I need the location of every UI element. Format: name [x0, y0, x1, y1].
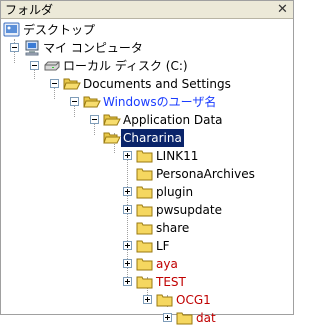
pane-title: フォルダ: [5, 3, 54, 17]
collapse-icon[interactable]: [70, 97, 79, 106]
folder-icon: [176, 312, 193, 325]
expand-icon[interactable]: [123, 241, 132, 250]
expand-icon[interactable]: [123, 151, 132, 160]
folder-icon: [136, 276, 153, 289]
collapse-icon[interactable]: [90, 115, 99, 124]
tree-label-pwsupdate: pwsupdate: [156, 203, 222, 217]
tree-label-dat: dat: [196, 311, 216, 325]
computer-icon: [25, 40, 39, 56]
expand-icon[interactable]: [163, 313, 172, 322]
open-folder-icon: [63, 78, 81, 90]
expand-icon[interactable]: [123, 259, 132, 268]
folder-icon: [136, 150, 153, 163]
collapse-icon[interactable]: [50, 79, 59, 88]
folder-icon: [136, 240, 153, 253]
folder-icon: [136, 168, 153, 181]
tree-label-documents-and-settings: Documents and Settings: [83, 77, 231, 91]
folder-icon: [136, 186, 153, 199]
folder-pane: フォルダ ✕ デスクトップ マイ コンピュータ ローカル ディスク (C:) D…: [0, 0, 294, 325]
tree-label-test: TEST: [156, 275, 186, 289]
pane-titlebar: フォルダ ✕: [1, 1, 293, 19]
open-folder-icon: [83, 96, 101, 108]
folder-icon: [136, 222, 153, 235]
tree-label-my-computer: マイ コンピュータ: [43, 41, 143, 55]
folder-tree: デスクトップ マイ コンピュータ ローカル ディスク (C:) Document…: [1, 19, 293, 325]
expand-icon[interactable]: [123, 277, 132, 286]
tree-label-aya: aya: [156, 257, 178, 271]
folder-icon: [136, 258, 153, 271]
tree-label-application-data: Application Data: [123, 113, 223, 127]
expand-icon[interactable]: [123, 205, 132, 214]
desktop-icon: [3, 22, 20, 37]
open-folder-icon: [103, 114, 121, 126]
tree-label-ocg1: OCG1: [176, 293, 211, 307]
tree-label-windows-user: Windowsのユーザ名: [103, 95, 217, 109]
folder-icon: [136, 204, 153, 217]
collapse-icon[interactable]: [10, 43, 19, 52]
open-folder-icon: [103, 132, 121, 144]
tree-label-persona-archives: PersonaArchives: [156, 167, 255, 181]
tree-label-chararina: Chararina: [120, 128, 185, 148]
tree-label-desktop: デスクトップ: [23, 23, 96, 37]
expand-icon[interactable]: [123, 187, 132, 196]
folder-icon: [156, 294, 173, 307]
tree-label-plugin: plugin: [156, 185, 194, 199]
tree-label-link11: LINK11: [156, 149, 199, 163]
tree-label-local-disk: ローカル ディスク (C:): [63, 59, 188, 73]
collapse-icon[interactable]: [30, 61, 39, 70]
hard-drive-icon: [44, 61, 60, 71]
close-icon[interactable]: ✕: [275, 2, 290, 17]
tree-label-share: share: [156, 221, 190, 235]
expand-icon[interactable]: [143, 295, 152, 304]
tree-label-lf: LF: [156, 239, 170, 253]
